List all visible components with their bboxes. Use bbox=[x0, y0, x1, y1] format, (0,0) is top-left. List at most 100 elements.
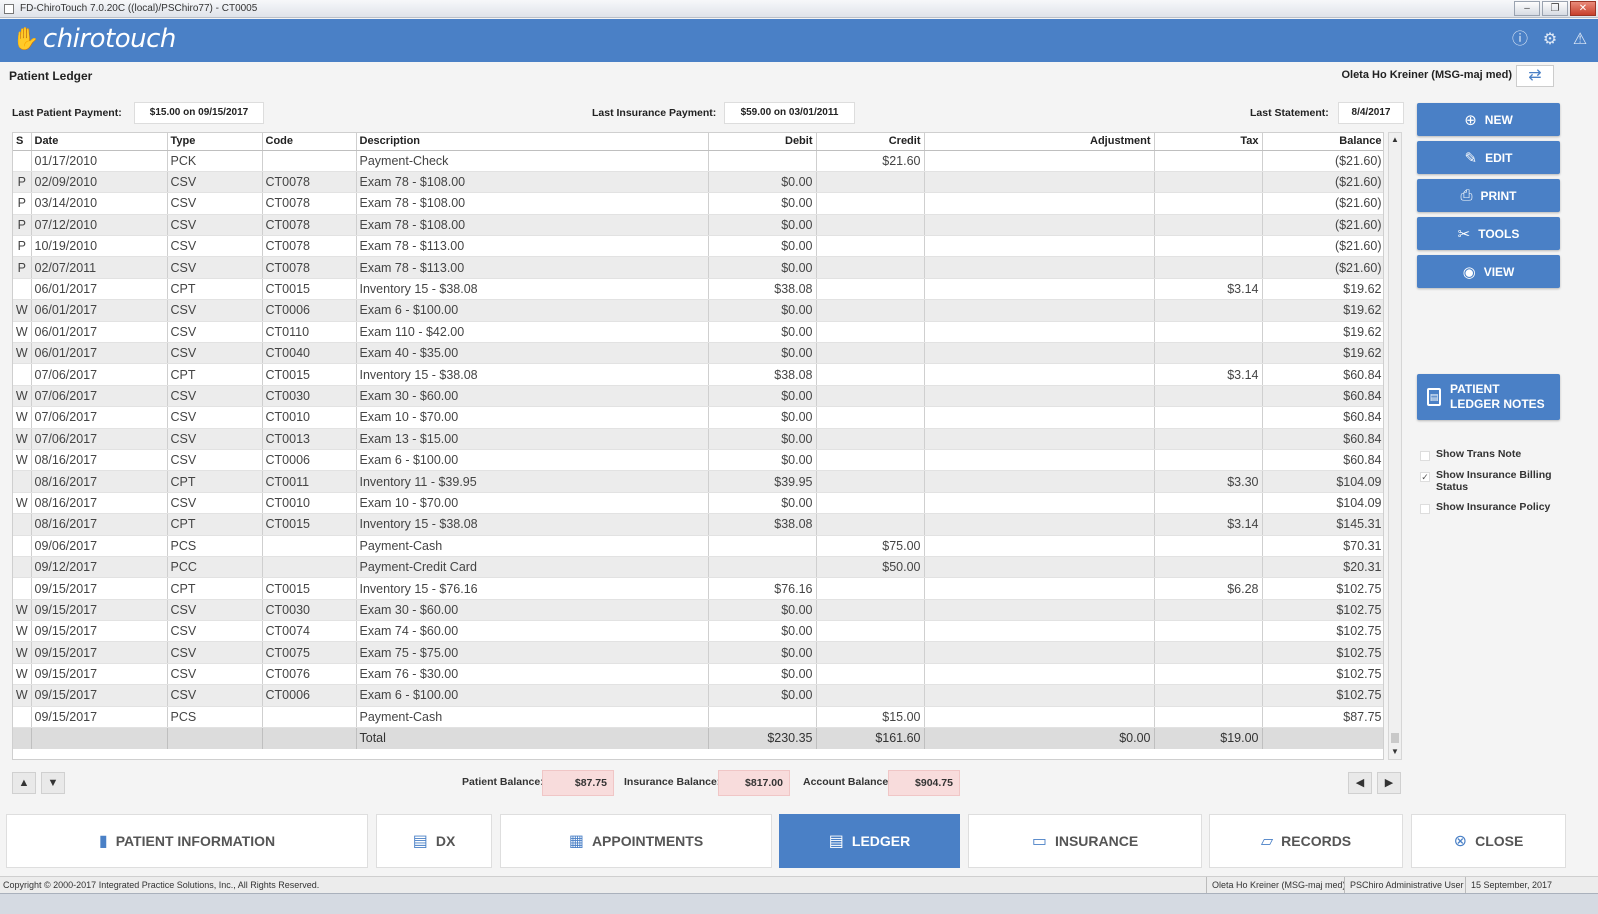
option-checkbox[interactable] bbox=[1420, 451, 1430, 461]
cell-tax bbox=[1154, 535, 1263, 557]
table-row[interactable]: W 09/15/2017 CSV CT0074 Exam 74 - $60.00 $0.0… bbox=[13, 620, 1383, 643]
scroll-thumb[interactable] bbox=[1391, 733, 1399, 743]
table-row[interactable]: 09/12/2017 PCC Payment-Credit Card $50.00 $2… bbox=[13, 556, 1383, 579]
cell-type: PCS bbox=[167, 706, 263, 729]
gear-icon[interactable]: ⚙ bbox=[1540, 30, 1560, 50]
cell-debit: $0.00 bbox=[708, 663, 817, 686]
column-header-credit[interactable]: Credit bbox=[816, 133, 925, 151]
cell-adjustment bbox=[924, 214, 1155, 237]
option-checkbox[interactable] bbox=[1420, 504, 1430, 514]
tab-dx[interactable]: ▤ DX bbox=[376, 814, 492, 868]
table-row[interactable]: W 08/16/2017 CSV CT0006 Exam 6 - $100.00 $0.0… bbox=[13, 449, 1383, 472]
ledger-scrollbar[interactable]: ▲ ▼ bbox=[1388, 132, 1402, 760]
cell-description: Exam 78 - $108.00 bbox=[356, 192, 709, 215]
table-row[interactable]: W 09/15/2017 CSV CT0006 Exam 6 - $100.00 $0.0… bbox=[13, 684, 1383, 707]
table-row[interactable]: P 02/09/2010 CSV CT0078 Exam 78 - $108.00 $0.… bbox=[13, 171, 1383, 194]
column-header-date[interactable]: Date bbox=[31, 133, 168, 151]
table-row[interactable]: P 02/07/2011 CSV CT0078 Exam 78 - $113.00 $0.… bbox=[13, 256, 1383, 279]
cell-type: PCK bbox=[167, 150, 263, 172]
table-row[interactable]: W 07/06/2017 CSV CT0030 Exam 30 - $60.00 $0.0… bbox=[13, 385, 1383, 408]
table-row[interactable]: P 07/12/2010 CSV CT0078 Exam 78 - $108.00 $0.… bbox=[13, 214, 1383, 237]
tab-insurance[interactable]: ▭ INSURANCE bbox=[968, 814, 1202, 868]
table-row[interactable]: 08/16/2017 CPT CT0011 Inventory 11 - $39.95… bbox=[13, 470, 1383, 493]
switch-patient-button[interactable]: ⇄ bbox=[1516, 65, 1554, 87]
option-row[interactable]: Show Insurance Policy bbox=[1420, 501, 1565, 514]
tab-appointments[interactable]: ▦ APPOINTMENTS bbox=[500, 814, 772, 868]
option-label: Show Insurance Billing Status bbox=[1436, 469, 1552, 493]
option-row[interactable]: ✓ Show Insurance Billing Status bbox=[1420, 469, 1565, 493]
table-row[interactable]: W 07/06/2017 CSV CT0013 Exam 13 - $15.00 $0.0… bbox=[13, 428, 1383, 450]
chevron-right-icon: ▶ bbox=[1384, 777, 1394, 789]
cell-tax: $3.30 bbox=[1154, 470, 1263, 493]
cell-type: CPT bbox=[167, 363, 263, 386]
tab-patient-information[interactable]: ▮ PATIENT INFORMATION bbox=[6, 814, 368, 868]
last-insurance-payment-value: $59.00 on 03/01/2011 bbox=[724, 102, 855, 124]
cell-credit bbox=[816, 449, 925, 472]
table-row[interactable]: W 09/15/2017 CSV CT0075 Exam 75 - $75.00 $0.0… bbox=[13, 641, 1383, 664]
column-header-tax[interactable]: Tax bbox=[1154, 133, 1263, 151]
column-header-debit[interactable]: Debit bbox=[708, 133, 817, 151]
table-row[interactable]: 06/01/2017 CPT CT0015 Inventory 15 - $38.08… bbox=[13, 278, 1383, 301]
view-icon: ◉ bbox=[1462, 263, 1476, 281]
new-button[interactable]: ⊕ NEW bbox=[1417, 103, 1560, 136]
table-row[interactable]: 09/15/2017 PCS Payment-Cash $15.00 $87.75 bbox=[13, 706, 1383, 729]
total-tax: $19.00 bbox=[1154, 727, 1263, 749]
table-row[interactable]: W 09/15/2017 CSV CT0076 Exam 76 - $30.00 $0.0… bbox=[13, 663, 1383, 686]
table-row[interactable]: 09/15/2017 CPT CT0015 Inventory 15 - $76.16… bbox=[13, 577, 1383, 600]
row-nav-arrows: ▲ ▼ bbox=[12, 772, 65, 794]
table-row[interactable]: 08/16/2017 CPT CT0015 Inventory 15 - $38.08… bbox=[13, 513, 1383, 536]
previous-button[interactable]: ◀ bbox=[1348, 772, 1372, 794]
scroll-down-icon[interactable]: ▼ bbox=[1389, 745, 1401, 759]
column-header-description[interactable]: Description bbox=[356, 133, 709, 151]
cell-description: Exam 78 - $108.00 bbox=[356, 214, 709, 237]
cell-description: Exam 40 - $35.00 bbox=[356, 342, 709, 365]
table-row[interactable]: W 06/01/2017 CSV CT0110 Exam 110 - $42.00 $0.… bbox=[13, 321, 1383, 344]
print-button[interactable]: ⎙ PRINT bbox=[1417, 179, 1560, 212]
table-row[interactable]: 07/06/2017 CPT CT0015 Inventory 15 - $38.08… bbox=[13, 363, 1383, 386]
scroll-up-icon[interactable]: ▲ bbox=[1389, 133, 1401, 147]
table-row[interactable]: P 03/14/2010 CSV CT0078 Exam 78 - $108.00 $0.… bbox=[13, 192, 1383, 215]
column-header-s[interactable]: S bbox=[13, 133, 32, 151]
cell-type: CPT bbox=[167, 513, 263, 536]
tab-records[interactable]: ▱ RECORDS bbox=[1209, 814, 1403, 868]
cell-tax bbox=[1154, 192, 1263, 215]
table-row[interactable]: W 07/06/2017 CSV CT0010 Exam 10 - $70.00 $0.0… bbox=[13, 406, 1383, 429]
help-icon[interactable]: ⓘ bbox=[1510, 30, 1530, 50]
table-row[interactable]: 01/17/2010 PCK Payment-Check $21.60 ($21.60) bbox=[13, 150, 1383, 172]
table-row[interactable]: W 09/15/2017 CSV CT0030 Exam 30 - $60.00 $0.0… bbox=[13, 599, 1383, 622]
tools-button[interactable]: ✂ TOOLS bbox=[1417, 217, 1560, 250]
table-row[interactable]: W 08/16/2017 CSV CT0010 Exam 10 - $70.00 $0.0… bbox=[13, 492, 1383, 515]
maximize-button[interactable]: ❐ bbox=[1542, 1, 1568, 16]
column-header-type[interactable]: Type bbox=[167, 133, 263, 151]
tab-ledger[interactable]: ▤ LEDGER bbox=[779, 814, 960, 868]
column-header-code[interactable]: Code bbox=[262, 133, 357, 151]
alert-icon[interactable]: ⚠ bbox=[1570, 30, 1590, 50]
move-down-button[interactable]: ▼ bbox=[41, 772, 65, 794]
option-row[interactable]: Show Trans Note bbox=[1420, 448, 1565, 461]
window-close-button[interactable]: ✕ bbox=[1570, 1, 1596, 16]
next-button[interactable]: ▶ bbox=[1377, 772, 1401, 794]
notes-icon: ▤ bbox=[1427, 388, 1441, 406]
cell-type: CSV bbox=[167, 214, 263, 237]
table-row[interactable]: P 10/19/2010 CSV CT0078 Exam 78 - $113.00 $0.… bbox=[13, 235, 1383, 258]
cell-description: Exam 10 - $70.00 bbox=[356, 492, 709, 515]
table-row[interactable]: 09/06/2017 PCS Payment-Cash $75.00 $70.31 bbox=[13, 535, 1383, 557]
app-icon bbox=[4, 4, 14, 14]
module-tabs: ▮ PATIENT INFORMATION ▤ DX ▦ APPOINTMENTS ▤ LED… bbox=[6, 814, 1566, 870]
print-button-label: PRINT bbox=[1480, 188, 1517, 203]
table-row[interactable]: W 06/01/2017 CSV CT0006 Exam 6 - $100.00 $0.0… bbox=[13, 299, 1383, 322]
move-up-button[interactable]: ▲ bbox=[12, 772, 36, 794]
edit-button[interactable]: ✎ EDIT bbox=[1417, 141, 1560, 174]
column-header-balance[interactable]: Balance bbox=[1262, 133, 1383, 151]
table-row[interactable]: W 06/01/2017 CSV CT0040 Exam 40 - $35.00 $0.0… bbox=[13, 342, 1383, 365]
cell-type: CSV bbox=[167, 385, 263, 408]
option-checkbox[interactable]: ✓ bbox=[1420, 472, 1430, 482]
patient-ledger-notes-button[interactable]: ▤ PATIENT LEDGER NOTES bbox=[1417, 374, 1560, 420]
page-nav-arrows: ◀ ▶ bbox=[1348, 772, 1401, 794]
column-header-adjustment[interactable]: Adjustment bbox=[924, 133, 1155, 151]
tab-patient-information-label: PATIENT INFORMATION bbox=[115, 833, 276, 849]
tab-close[interactable]: ⊗ CLOSE bbox=[1411, 814, 1566, 868]
cell-tax bbox=[1154, 556, 1263, 579]
view-button[interactable]: ◉ VIEW bbox=[1417, 255, 1560, 288]
minimize-button[interactable]: – bbox=[1514, 1, 1540, 16]
